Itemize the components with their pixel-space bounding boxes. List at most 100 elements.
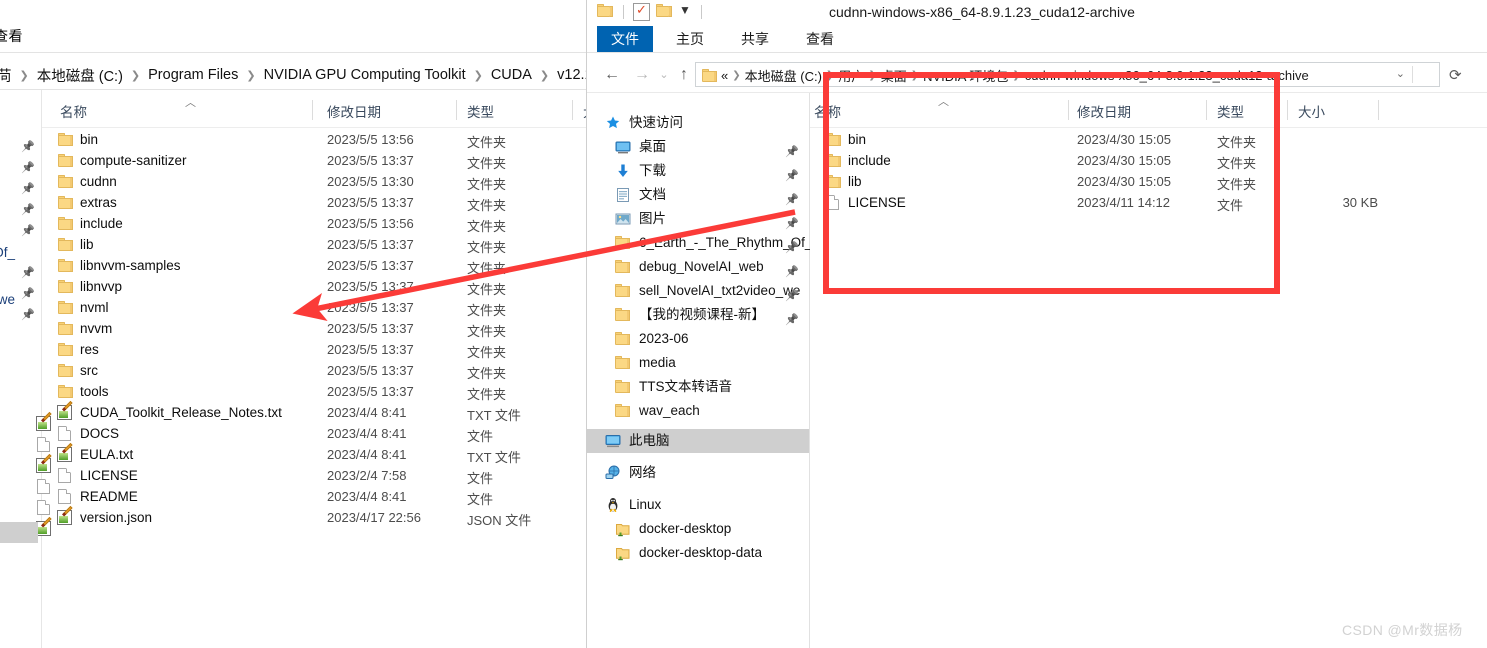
- ribbon-tabs[interactable]: 文件 主页 共享 查看: [587, 26, 1487, 52]
- table-row[interactable]: README 2023/4/4 8:41 文件: [42, 487, 586, 508]
- address-crumb[interactable]: cudnn-windows-x86_64-8.9.1.23_cuda12-arc…: [1025, 68, 1309, 83]
- background-ribbon-tab-view[interactable]: 查看: [0, 26, 23, 46]
- table-row[interactable]: include 2023/5/5 13:56 文件夹: [42, 214, 586, 235]
- nav-item-label-clipped[interactable]: _we: [0, 292, 15, 307]
- nav-item[interactable]: 快速访问: [587, 111, 809, 135]
- pin-icon[interactable]: 📌: [21, 224, 35, 237]
- file-rows[interactable]: bin 2023/4/30 15:05 文件夹 include 2023/4/30 15…: [810, 130, 1487, 214]
- table-row[interactable]: version.json 2023/4/17 22:56 JSON 文件: [42, 505, 586, 529]
- folder-icon: [826, 133, 841, 146]
- table-row[interactable]: LICENSE 2023/2/4 7:58 文件: [42, 466, 586, 487]
- nav-item[interactable]: 此电脑: [587, 429, 809, 453]
- col-name[interactable]: 名称: [814, 101, 841, 121]
- table-row[interactable]: lib 2023/4/30 15:05 文件夹: [810, 172, 1487, 193]
- background-column-header[interactable]: 名称 ︿ 修改日期 类型 大: [42, 97, 586, 126]
- nav-item[interactable]: 下载 📌: [587, 159, 809, 183]
- background-col-name[interactable]: 名称: [60, 101, 87, 121]
- folder-icon: [58, 259, 73, 272]
- table-row[interactable]: LICENSE 2023/4/11 14:12 文件 30 KB: [810, 193, 1487, 214]
- col-type[interactable]: 类型: [1217, 101, 1244, 121]
- nav-item[interactable]: 2023-06: [587, 327, 809, 351]
- pin-icon[interactable]: 📌: [21, 161, 35, 174]
- file-list-pane[interactable]: 名称 ︿ 修改日期 类型 大小 bin 2023/4/30 15:05 文件夹 inc…: [810, 93, 1487, 648]
- breadcrumb-item[interactable]: CUDA: [488, 67, 535, 83]
- col-date[interactable]: 修改日期: [1077, 101, 1131, 121]
- pin-icon[interactable]: 📌: [21, 203, 35, 216]
- nav-item-label-clipped[interactable]: _Of_: [0, 245, 15, 260]
- nav-item[interactable]: debug_NovelAI_web 📌: [587, 255, 809, 279]
- nav-item[interactable]: 图片 📌: [587, 207, 809, 231]
- background-breadcrumb[interactable]: 苘 ❯ 本地磁盘 (C:) ❯ Program Files ❯ NVIDIA GPU Com…: [0, 64, 586, 86]
- address-crumb[interactable]: «: [721, 68, 728, 83]
- table-row[interactable]: tools 2023/5/5 13:37 文件夹: [42, 382, 586, 403]
- pin-icon[interactable]: 📌: [21, 287, 35, 300]
- folder-icon: [58, 343, 73, 356]
- col-size[interactable]: 大小: [1298, 101, 1325, 121]
- table-row[interactable]: lib 2023/5/5 13:37 文件夹: [42, 235, 586, 256]
- breadcrumb-item[interactable]: v12.1: [554, 67, 586, 83]
- nav-item[interactable]: 网络: [587, 461, 809, 485]
- folder-icon[interactable]: [597, 4, 613, 18]
- address-dropdown-chevron-icon[interactable]: ⌄: [1396, 67, 1405, 80]
- table-row[interactable]: nvml 2023/5/5 13:37 文件夹: [42, 298, 586, 319]
- back-button[interactable]: ←: [601, 64, 623, 86]
- table-row[interactable]: extras 2023/5/5 13:37 文件夹: [42, 193, 586, 214]
- address-breadcrumb[interactable]: «❯ 本地磁盘 (C:) ❯ 用户 ❯ 桌面 ❯ NVIDIA 环境包 ❯ cudnn-windo…: [702, 66, 1309, 85]
- address-crumb[interactable]: 用户: [838, 66, 864, 85]
- address-crumb[interactable]: NVIDIA 环境包: [923, 66, 1008, 85]
- folder-icon: [615, 380, 630, 393]
- address-crumb[interactable]: 桌面: [881, 66, 907, 85]
- table-row[interactable]: compute-sanitizer 2023/5/5 13:37 文件夹: [42, 151, 586, 172]
- pin-icon[interactable]: 📌: [21, 140, 35, 153]
- nav-item[interactable]: media: [587, 351, 809, 375]
- breadcrumb-item[interactable]: 本地磁盘 (C:): [34, 65, 126, 86]
- properties-checkmark-icon[interactable]: ✓: [633, 2, 650, 21]
- nav-item[interactable]: wav_each: [587, 399, 809, 423]
- table-row[interactable]: bin 2023/4/30 15:05 文件夹: [810, 130, 1487, 151]
- table-row[interactable]: res 2023/5/5 13:37 文件夹: [42, 340, 586, 361]
- table-row[interactable]: src 2023/5/5 13:37 文件夹: [42, 361, 586, 382]
- table-row[interactable]: nvvm 2023/5/5 13:37 文件夹: [42, 319, 586, 340]
- nav-item[interactable]: docker-desktop: [587, 517, 809, 541]
- forward-button[interactable]: →: [631, 64, 653, 86]
- nav-item[interactable]: 【我的视频课程-新】 📌: [587, 303, 809, 327]
- navigation-pane[interactable]: 快速访问 桌面 📌 下载 📌 文档 📌 图片 📌 6_Earth_-_The_Rhythm_Of_…: [587, 93, 812, 648]
- tab-view[interactable]: 查看: [792, 26, 848, 52]
- table-row[interactable]: DOCS 2023/4/4 8:41 文件: [42, 424, 586, 445]
- table-row[interactable]: CUDA_Toolkit_Release_Notes.txt 2023/4/4 8…: [42, 400, 586, 424]
- table-row[interactable]: EULA.txt 2023/4/4 8:41 TXT 文件: [42, 442, 586, 466]
- pin-icon[interactable]: 📌: [21, 266, 35, 279]
- background-col-type[interactable]: 类型: [467, 101, 494, 121]
- background-nav-selected-item[interactable]: [0, 522, 38, 543]
- background-file-list[interactable]: bin 2023/5/5 13:56 文件夹 compute-sanitizer 202…: [42, 130, 586, 529]
- breadcrumb-item[interactable]: 苘: [0, 65, 15, 86]
- up-button[interactable]: ↑: [673, 64, 695, 86]
- nav-item[interactable]: 桌面 📌: [587, 135, 809, 159]
- nav-item[interactable]: 6_Earth_-_The_Rhythm_Of_ 📌: [587, 231, 812, 255]
- pin-icon[interactable]: 📌: [21, 182, 35, 195]
- new-folder-icon[interactable]: [656, 4, 672, 18]
- recent-locations-chevron-down-icon[interactable]: ⌄: [653, 64, 675, 86]
- address-input[interactable]: «❯ 本地磁盘 (C:) ❯ 用户 ❯ 桌面 ❯ NVIDIA 环境包 ❯ cudnn-windo…: [695, 62, 1440, 87]
- nav-item[interactable]: TTS文本转语音: [587, 375, 809, 399]
- table-row[interactable]: include 2023/4/30 15:05 文件夹: [810, 151, 1487, 172]
- column-header[interactable]: 名称 ︿ 修改日期 类型 大小: [810, 96, 1487, 126]
- tab-file[interactable]: 文件: [597, 26, 653, 52]
- table-row[interactable]: cudnn 2023/5/5 13:30 文件夹: [42, 172, 586, 193]
- tab-home[interactable]: 主页: [662, 26, 718, 52]
- breadcrumb-item[interactable]: Program Files: [145, 67, 241, 83]
- table-row[interactable]: libnvvm-samples 2023/5/5 13:37 文件夹: [42, 256, 586, 277]
- pin-icon[interactable]: 📌: [21, 308, 35, 321]
- table-row[interactable]: libnvvp 2023/5/5 13:37 文件夹: [42, 277, 586, 298]
- address-crumb[interactable]: 本地磁盘 (C:): [745, 66, 822, 85]
- nav-item[interactable]: sell_NovelAI_txt2video_we 📌: [587, 279, 809, 303]
- background-col-date[interactable]: 修改日期: [327, 101, 381, 121]
- nav-item[interactable]: Linux: [587, 493, 809, 517]
- refresh-icon[interactable]: ⟳: [1449, 66, 1462, 84]
- table-row[interactable]: bin 2023/5/5 13:56 文件夹: [42, 130, 586, 151]
- tab-share[interactable]: 共享: [727, 26, 783, 52]
- customize-chevron-down-icon[interactable]: ▼: [679, 3, 691, 17]
- breadcrumb-item[interactable]: NVIDIA GPU Computing Toolkit: [261, 67, 469, 83]
- nav-item[interactable]: 文档 📌: [587, 183, 809, 207]
- nav-item[interactable]: docker-desktop-data: [587, 541, 809, 565]
